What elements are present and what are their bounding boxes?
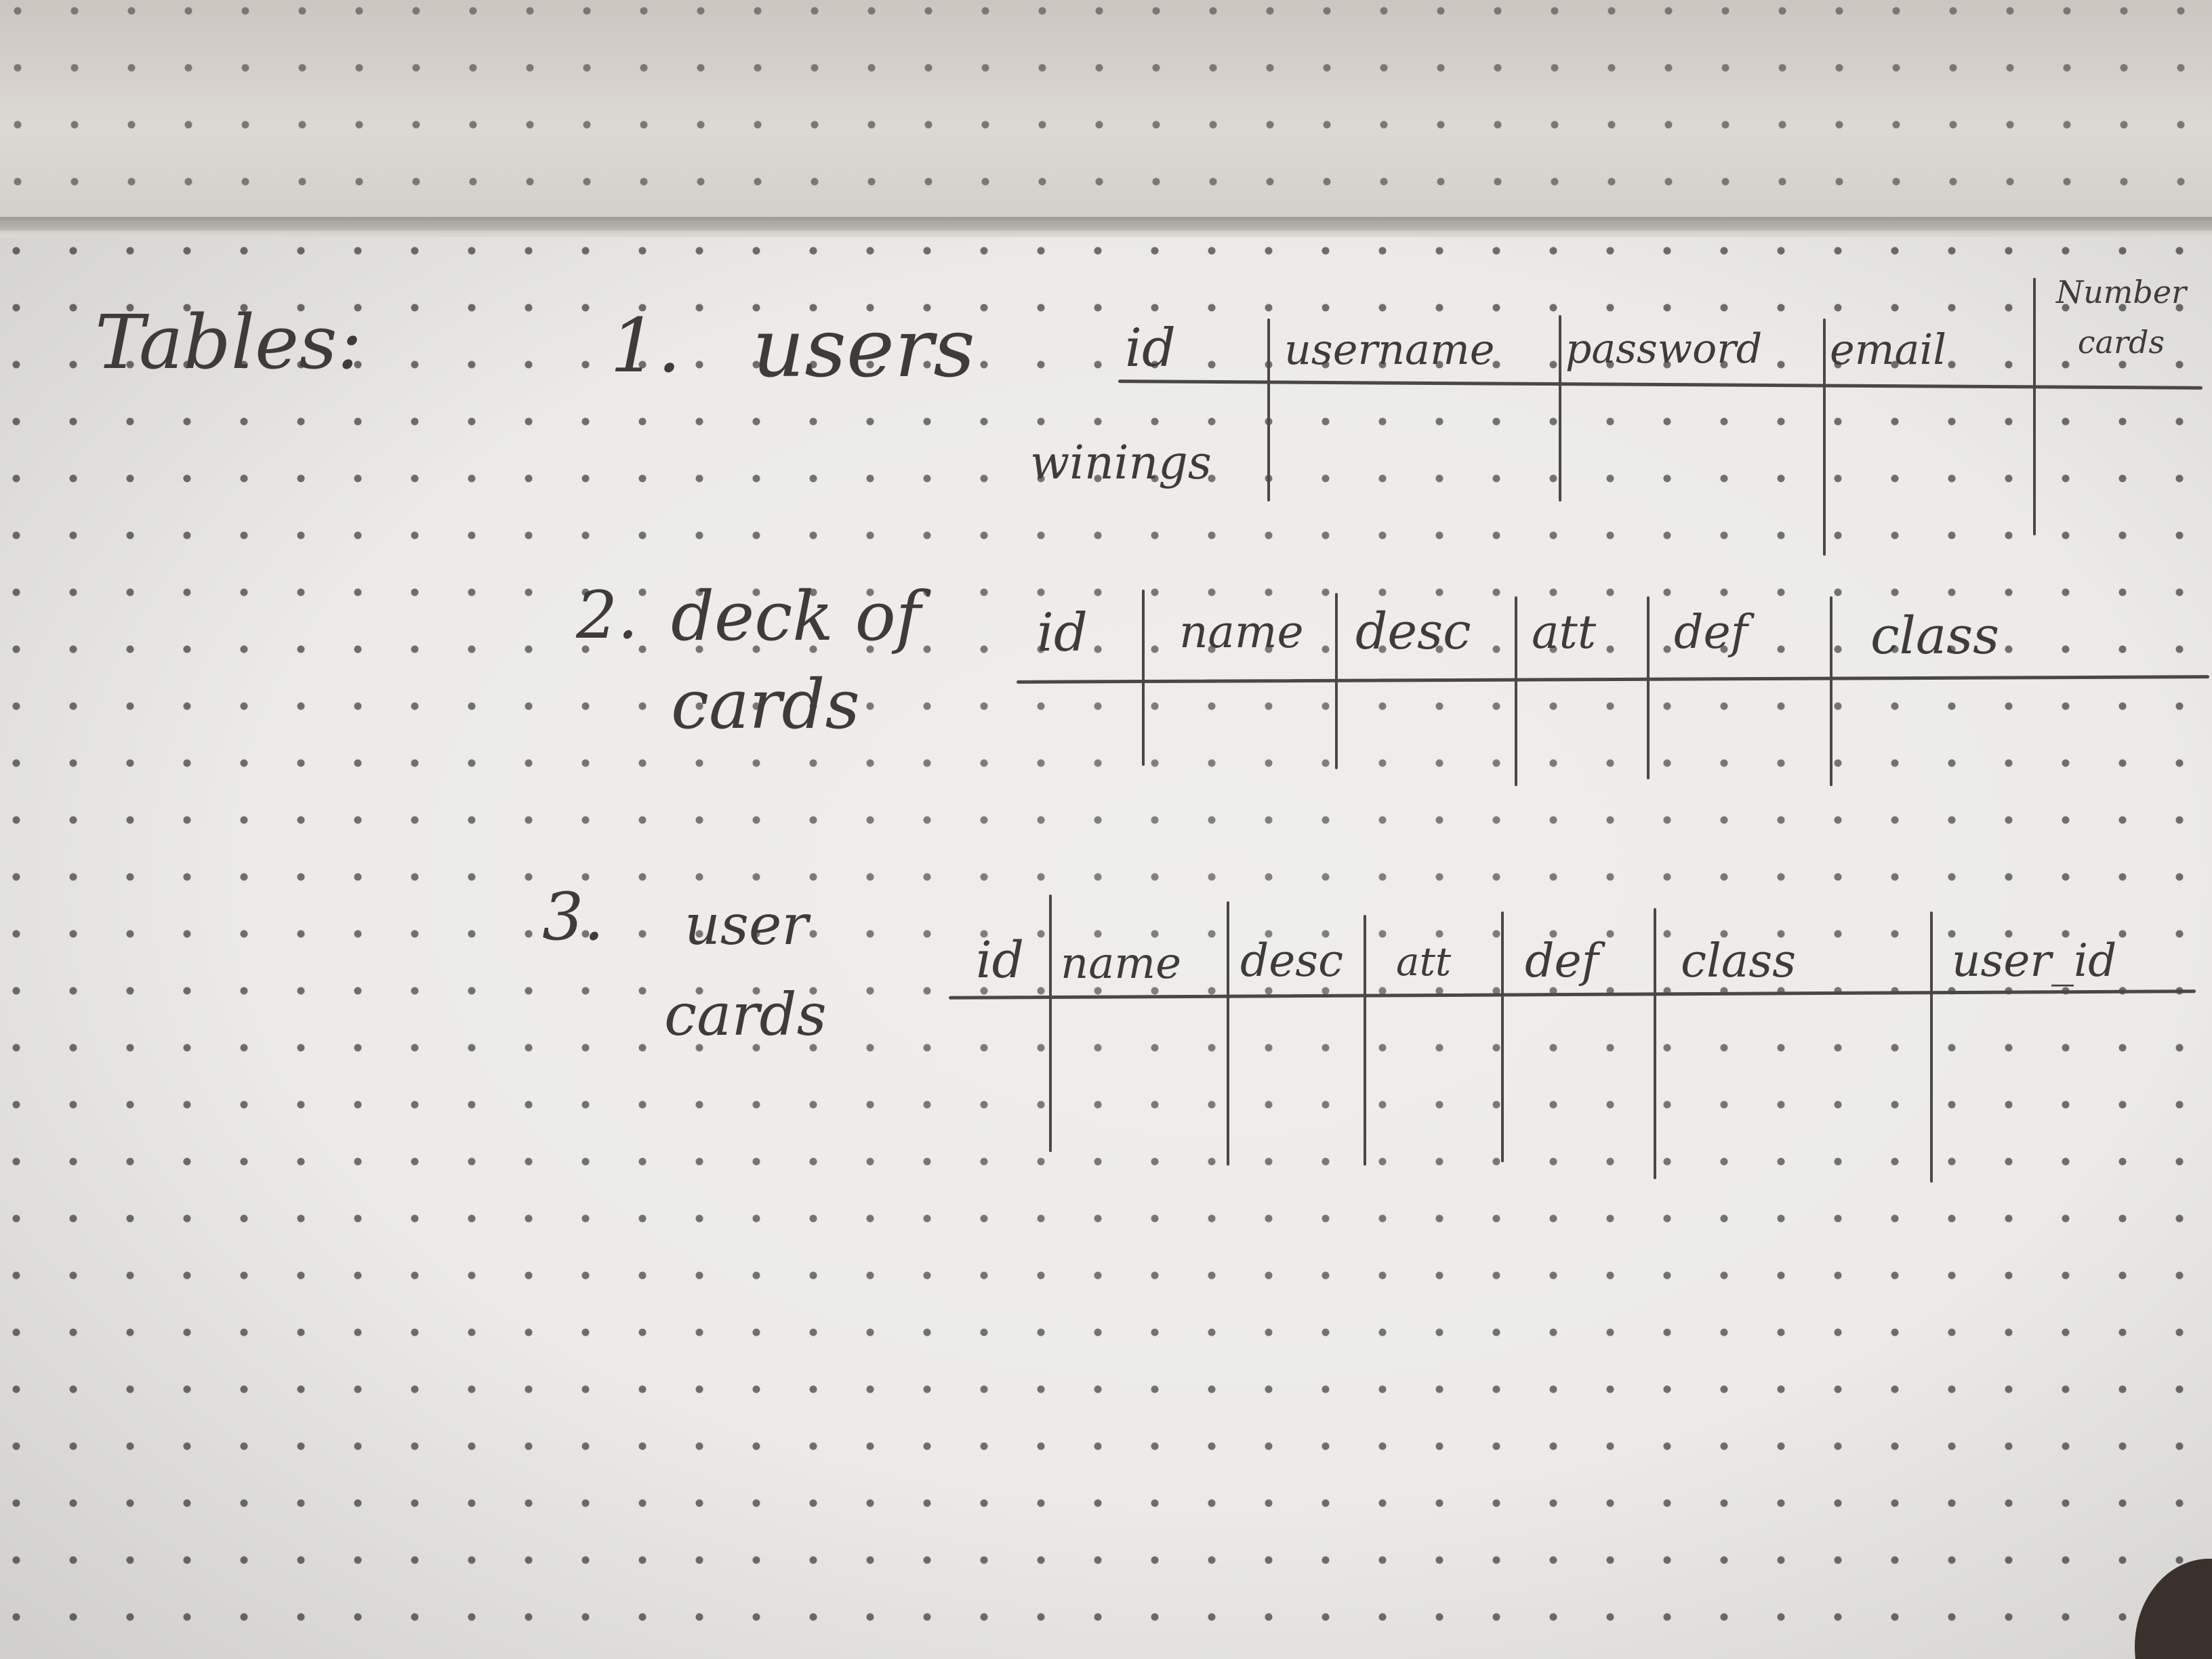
table-2-col-id: id: [1037, 602, 1088, 663]
table-1-col-id: id: [1125, 318, 1176, 379]
table-3-col-user-id: user_id: [1952, 935, 2117, 987]
table-2-col-desc: desc: [1355, 602, 1471, 661]
table-1-divider-2: [1559, 315, 1561, 501]
previous-page: [0, 0, 2212, 230]
table-2-name-line-2: cards: [671, 665, 860, 744]
table-2-divider-4: [1647, 596, 1650, 779]
table-3-name-line-2: cards: [664, 981, 827, 1049]
table-1-divider-4: [2033, 278, 2036, 535]
table-3-col-att: att: [1396, 939, 1452, 985]
table-1-col-email: email: [1830, 325, 1947, 374]
table-1-col-password: password: [1565, 325, 1763, 373]
table-2-name-line-1: deck of: [671, 577, 921, 656]
page-heading: Tables:: [95, 299, 363, 386]
table-1-name: users: [752, 302, 975, 396]
table-1-col-username: username: [1284, 325, 1495, 374]
table-2-number: 2.: [576, 577, 638, 653]
table-1-number: 1.: [610, 302, 681, 389]
table-2-col-name: name: [1179, 606, 1304, 658]
table-1-col-number-cards: Number cards: [2055, 274, 2187, 361]
table-2-divider-3: [1515, 596, 1517, 786]
table-3-col-def: def: [1525, 935, 1599, 988]
table-3-divider-4: [1501, 912, 1504, 1162]
table-3-number: 3.: [542, 879, 605, 955]
table-3-divider-6: [1930, 912, 1933, 1183]
table-1-divider-1: [1267, 319, 1270, 501]
table-2-col-att: att: [1532, 606, 1597, 659]
table-3-col-class: class: [1681, 935, 1797, 988]
table-3-divider-2: [1227, 901, 1229, 1166]
table-2-col-def: def: [1674, 606, 1748, 659]
table-2-divider-5: [1830, 596, 1832, 786]
table-3-divider-3: [1364, 915, 1366, 1166]
table-3-name-line-1: user: [684, 893, 808, 958]
table-3-col-name: name: [1061, 939, 1181, 989]
table-2-divider-1: [1142, 590, 1145, 766]
table-3-divider-1: [1049, 895, 1052, 1152]
table-2-divider-2: [1335, 593, 1338, 769]
table-3-col-id: id: [976, 931, 1025, 989]
table-1-divider-3: [1823, 319, 1826, 556]
table-3-col-desc: desc: [1240, 935, 1344, 987]
notebook-photo: Tables: 1. users id username password em…: [0, 0, 2212, 1659]
table-2-col-class: class: [1870, 605, 2000, 665]
table-3-divider-5: [1654, 908, 1656, 1179]
table-1-col-winings: winings: [1030, 436, 1212, 490]
